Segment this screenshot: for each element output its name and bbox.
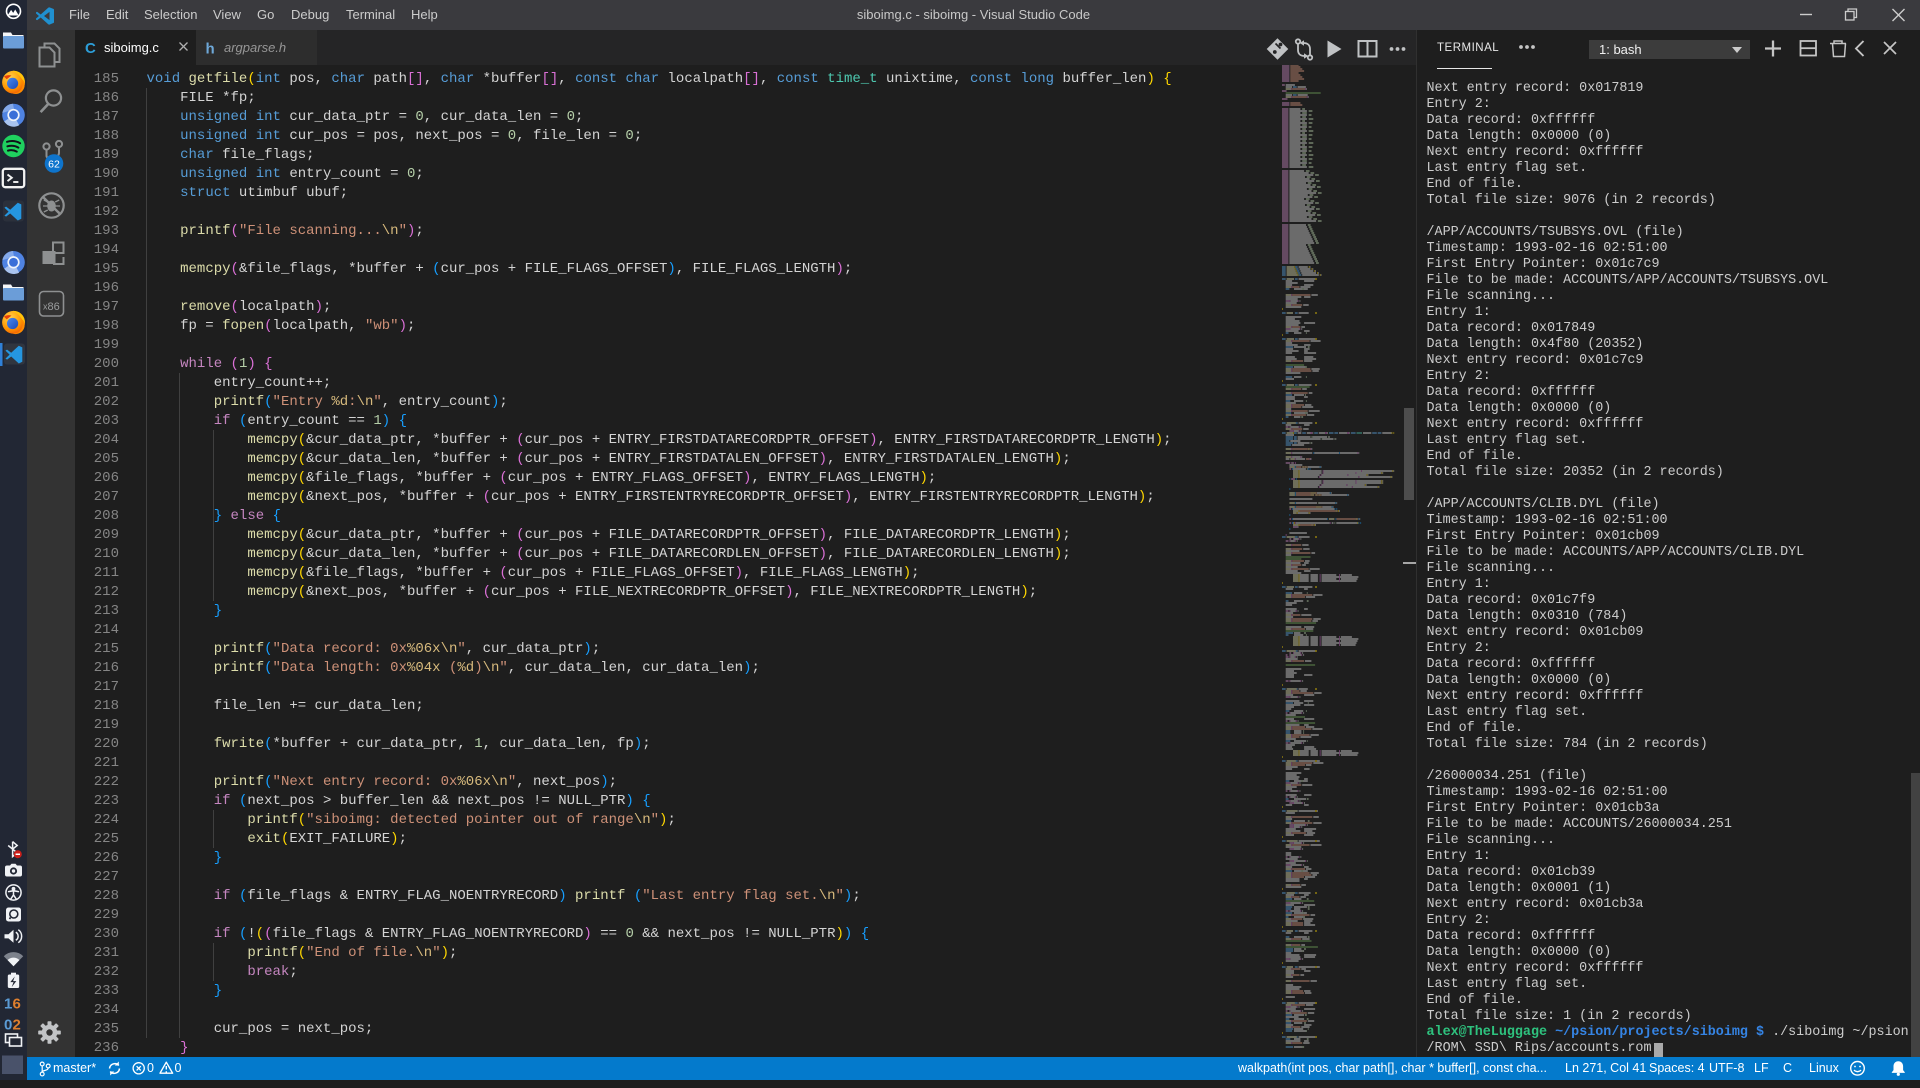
svg-text:86: 86 (48, 301, 60, 313)
svg-text:h: h (206, 41, 215, 58)
svg-text:2: 2 (13, 1017, 21, 1034)
svg-text:6: 6 (13, 996, 21, 1013)
svg-text:1: 1 (4, 996, 12, 1013)
svg-text:62: 62 (48, 158, 60, 170)
svg-text:C: C (85, 40, 96, 57)
svg-text:0: 0 (4, 1017, 12, 1034)
